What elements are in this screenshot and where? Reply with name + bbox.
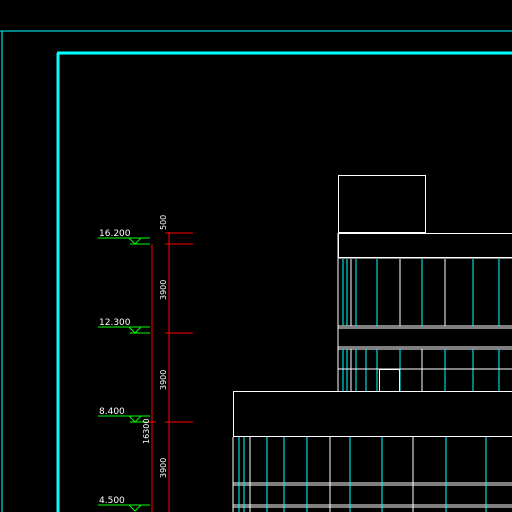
elevation-label-12300: 12.300 (99, 318, 131, 328)
dimension-label-floor-2: 3900 (159, 370, 168, 390)
lower-glazing (238, 437, 487, 512)
rooftop-structure (338, 175, 426, 233)
elevation-drawing: 16.200 12.300 8.400 4.500 500 3900 3900 … (0, 30, 512, 512)
upper-glazing (342, 259, 500, 326)
drawing-frame (0, 30, 512, 512)
dimension-label-floor-1: 3900 (159, 280, 168, 300)
elevation-marker-16200: 16.200 (98, 229, 150, 245)
elevation-marker-4500: 4.500 (98, 496, 150, 512)
dimension-label-floor-3: 3900 (159, 458, 168, 478)
building-elevation (232, 175, 512, 512)
dimension-label-total: 16300 (142, 419, 151, 444)
dimension-chain: 500 3900 3900 3900 16300 (142, 215, 193, 512)
elevation-markers: 16.200 12.300 8.400 4.500 (98, 229, 150, 512)
roof-parapet (338, 233, 512, 258)
elevation-label-16200: 16.200 (99, 229, 131, 239)
lower-block-fascia (233, 391, 512, 437)
window (379, 369, 400, 392)
elevation-label-4500: 4.500 (99, 496, 125, 506)
dimension-label-parapet: 500 (159, 215, 168, 230)
middle-glazing (342, 349, 500, 392)
elevation-label-8400: 8.400 (99, 407, 125, 417)
elevation-marker-12300: 12.300 (98, 318, 150, 334)
